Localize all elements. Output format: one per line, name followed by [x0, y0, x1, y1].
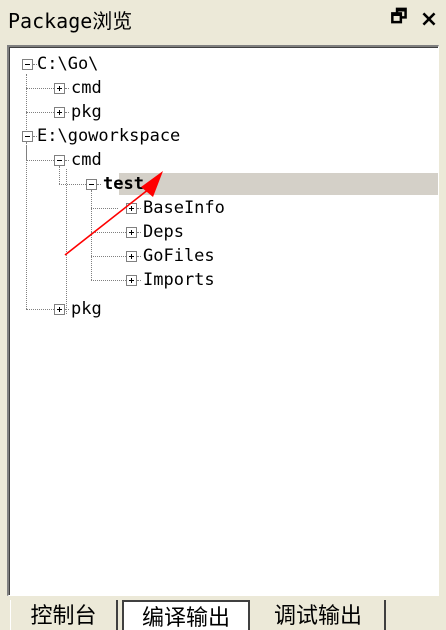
output-tabs: 控制台 编译输出 调试输出 — [0, 596, 446, 630]
float-window-icon[interactable]: 🗗 — [388, 6, 410, 30]
tab-compile-output[interactable]: 编译输出 — [122, 600, 250, 630]
package-tree[interactable]: C:\Go\ cmd pkg E:\goworkspace cmd test B… — [7, 45, 439, 596]
tab-console[interactable]: 控制台 — [10, 600, 118, 630]
panel-title: Package浏览 — [8, 9, 133, 33]
annotation-arrow-line — [64, 188, 150, 256]
close-icon[interactable]: × — [418, 7, 440, 32]
panel-titlebar: Package浏览 🗗 × — [0, 0, 446, 40]
annotation-arrow — [64, 171, 163, 256]
tab-debug-output[interactable]: 调试输出 — [252, 600, 386, 630]
